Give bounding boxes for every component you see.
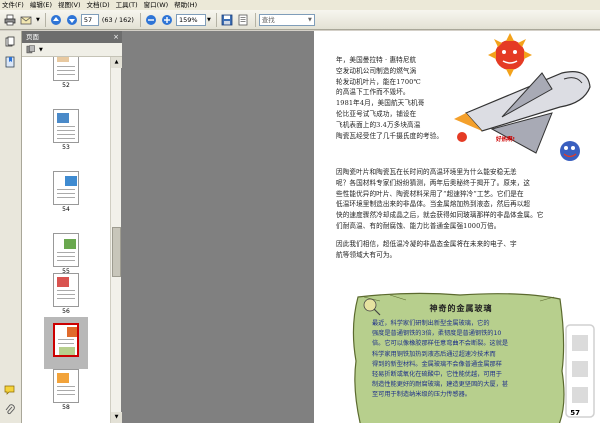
thumbnail-item[interactable]: 53 xyxy=(22,109,110,152)
chevron-down-icon[interactable]: ▼ xyxy=(36,17,40,23)
thumbnail-item-selected[interactable] xyxy=(22,323,110,366)
sticker-body: 最近，科学家们研制出新型金属玻璃，它的 强度是普通钢铁的3倍，柔韧度是普通钢铁的… xyxy=(372,320,509,399)
panel-header: 页面 × xyxy=(22,31,122,43)
zoom-in-button[interactable] xyxy=(160,13,174,27)
panel-title: 页面 xyxy=(26,33,39,41)
chevron-down-icon[interactable]: ▼ xyxy=(207,17,211,23)
attachments-nav-button[interactable] xyxy=(3,403,17,417)
page-label: 54 xyxy=(62,206,70,213)
thumbnail-scrollbar[interactable]: ▲ ▼ xyxy=(110,57,122,423)
page-label: 56 xyxy=(62,308,70,315)
comments-nav-button[interactable] xyxy=(3,383,17,397)
sticker-title: 神奇的金属玻璃 xyxy=(429,304,493,313)
bookmarks-icon xyxy=(5,56,15,68)
page-label: 53 xyxy=(62,144,70,151)
page-layout-icon xyxy=(238,14,248,25)
document-gutter xyxy=(122,31,314,423)
zoom-out-button[interactable] xyxy=(144,13,158,27)
scroll-down-icon[interactable]: ▼ xyxy=(111,412,122,423)
page-thumbnail xyxy=(53,323,79,357)
save-icon xyxy=(221,14,233,25)
send-mail-button[interactable] xyxy=(19,13,33,27)
page-thumbnail xyxy=(53,57,79,81)
close-icon[interactable]: × xyxy=(113,31,119,43)
save-copy-button[interactable] xyxy=(220,13,234,27)
chevron-down-icon: ▼ xyxy=(307,16,312,23)
planet-icon xyxy=(560,141,580,161)
arrow-up-icon xyxy=(50,14,61,25)
zoom-in-icon xyxy=(161,14,172,25)
page-count: (63 / 162) xyxy=(101,15,134,24)
pages-panel: 页面 × ▼ 52 53 54 55 56 58 ▲ ▼ xyxy=(22,31,122,423)
page-thumbnail xyxy=(53,273,79,307)
next-page-button[interactable] xyxy=(65,13,79,27)
zoom-input[interactable]: 159% xyxy=(175,13,206,26)
scroll-up-icon[interactable]: ▲ xyxy=(111,57,122,68)
page-thumbnail xyxy=(53,233,79,267)
thumbnail-item[interactable]: 56 xyxy=(22,273,110,316)
paragraph-body: 因陶瓷叶片和陶瓷瓦在长时间的高温环境里为什么能安稳无恙 呢？各国材料专家们纷纷猜… xyxy=(336,168,544,230)
divider xyxy=(254,12,256,27)
chevron-down-icon: ▼ xyxy=(39,46,43,53)
thumbnail-list: 52 53 54 55 56 58 xyxy=(22,57,110,423)
arrow-down-icon xyxy=(66,14,77,25)
toolbar: ▼ 57 (63 / 162) 159% ▼ 查找 ▼ xyxy=(0,10,600,30)
paperclip-icon xyxy=(5,404,15,415)
thumbnail-item[interactable]: 52 xyxy=(22,57,110,90)
page-thumbnail xyxy=(53,109,79,143)
document-page[interactable]: 年，美国曼拉特 · 惠特尼航 空发动机公司制造的燃气涡 轮发动机叶片，能在170… xyxy=(314,31,600,423)
thumbnail-item[interactable]: 58 xyxy=(22,369,110,412)
panel-options[interactable]: ▼ xyxy=(22,43,122,57)
print-button[interactable] xyxy=(3,13,17,27)
comments-icon xyxy=(4,385,15,395)
page-layout-button[interactable] xyxy=(236,13,250,27)
shuttle-icon xyxy=(454,71,591,154)
divider xyxy=(215,12,217,27)
menu-help[interactable]: 帮助(H) xyxy=(174,0,197,10)
page-label: 58 xyxy=(62,404,70,411)
sun-icon xyxy=(488,33,532,77)
menu-edit[interactable]: 编辑(E) xyxy=(30,0,52,10)
thumbnail-item[interactable]: 55 xyxy=(22,233,110,276)
small-planet-icon xyxy=(457,132,467,142)
paragraph-conclusion: 因此我们相信，超低温冷凝的非晶态金属将在未来的电子、宇 航等领域大有可为。 xyxy=(336,240,517,259)
page-thumbnail xyxy=(53,171,79,205)
paragraph-intro: 年，美国曼拉特 · 惠特尼航 空发动机公司制造的燃气涡 轮发动机叶片，能在170… xyxy=(336,56,444,140)
page-thumbnail xyxy=(53,369,79,403)
menu-bar: 文件(F) 编辑(E) 视图(V) 文档(D) 工具(T) 窗口(W) 帮助(H… xyxy=(0,0,600,10)
search-placeholder: 查找 xyxy=(261,15,275,24)
zoom-out-icon xyxy=(145,14,156,25)
menu-view[interactable]: 视图(V) xyxy=(58,0,81,10)
mail-icon xyxy=(20,16,32,24)
callout-text: 好热啊! xyxy=(496,137,516,143)
info-sticker: 神奇的金属玻璃 最近，科学家们研制出新型金属玻璃，它的 强度是普通钢铁的3倍，柔… xyxy=(350,291,568,423)
menu-tools[interactable]: 工具(T) xyxy=(116,0,138,10)
page-number: 57 xyxy=(570,409,580,417)
menu-document[interactable]: 文档(D) xyxy=(87,0,110,10)
pages-nav-button[interactable] xyxy=(3,35,17,49)
menu-window[interactable]: 窗口(W) xyxy=(144,0,169,10)
menu-file[interactable]: 文件(F) xyxy=(2,0,24,10)
space-shuttle-illustration xyxy=(454,33,591,161)
bookmarks-nav-button[interactable] xyxy=(3,55,17,69)
navigation-strip xyxy=(0,31,22,423)
search-input[interactable]: 查找 ▼ xyxy=(258,13,315,26)
scrollbar-thumb[interactable] xyxy=(112,227,121,277)
divider xyxy=(139,12,141,27)
print-icon xyxy=(4,14,16,25)
previous-page-button[interactable] xyxy=(49,13,63,27)
watermark-seal xyxy=(565,324,595,418)
options-icon xyxy=(26,45,35,54)
pages-icon xyxy=(5,36,15,47)
page-label: 52 xyxy=(62,82,70,89)
divider xyxy=(44,12,46,27)
thumbnail-item[interactable]: 54 xyxy=(22,171,110,214)
page-number-input[interactable]: 57 xyxy=(80,13,99,26)
